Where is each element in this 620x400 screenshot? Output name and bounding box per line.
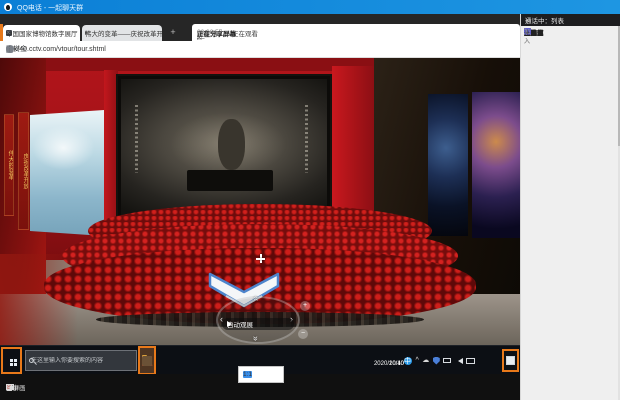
screen: QQ电话 - 一起聊天群 中国国家博物馆数字展厅 × 伟大的变革——庆祝改革开…… <box>0 0 620 400</box>
browser-addressbar[interactable]: ← → ⟳ ▲ 不安全 | ggkf40.cctv.com/vtour/tour… <box>0 41 520 58</box>
waiting-status: 待加入 <box>524 26 530 45</box>
url-text[interactable]: ggkf40.cctv.com/vtour/tour.shtml <box>6 46 106 53</box>
new-tab-button[interactable]: + <box>167 25 179 39</box>
start-button[interactable] <box>1 347 22 374</box>
photo-figure <box>218 119 245 170</box>
member-row[interactable]: 米豹待加入 <box>521 26 527 37</box>
tab-close-icon[interactable]: × <box>6 29 11 37</box>
volume-icon[interactable] <box>455 358 463 364</box>
window-titlebar: QQ电话 - 一起聊天群 <box>0 0 620 14</box>
tab-exhibition[interactable]: 伟大的变革——庆祝改革开… × <box>82 25 162 41</box>
pan-down-icon[interactable]: » <box>251 336 260 341</box>
windows-logo-icon <box>10 359 13 362</box>
system-tray: ^☁ 中 20:40 2020/10/10 <box>404 346 475 375</box>
qq-logo-icon <box>4 3 12 11</box>
scene-banner: 庆祝改革开放 <box>18 112 29 230</box>
taskbar-icon-qq-pinned[interactable] <box>138 346 156 375</box>
scene-banner: 伟大的变革 <box>4 114 14 216</box>
clock-date: 2020/10/10 <box>374 361 404 368</box>
tab-title: 中国国家博物馆数字展厅 <box>6 28 78 38</box>
browser-menu-icon[interactable]: ⋮ <box>6 45 13 53</box>
scene-projection-screen <box>116 74 332 226</box>
browser-window: 中国国家博物馆数字展厅 × 伟大的变革——庆祝改革开… × + 正在分享屏幕 0… <box>0 14 520 345</box>
tab-museum[interactable]: 中国国家博物馆数字展厅 × <box>3 25 80 41</box>
panel-close-icon[interactable]: × <box>525 16 530 25</box>
pip-label: 画中画 <box>6 382 26 392</box>
scene-red-beam <box>44 58 374 71</box>
notification-icon <box>506 356 515 365</box>
share-viewers[interactable]: 隐藏,等17人正在观看 <box>197 28 258 38</box>
search-input[interactable] <box>29 357 111 365</box>
tab-close-icon[interactable]: × <box>85 29 90 37</box>
scene-space-artwork <box>428 94 468 236</box>
photo-vertical-text <box>135 105 138 173</box>
tab-title: 伟大的变革——庆祝改革开… <box>85 28 162 38</box>
zoom-ratio-label: 1:1 <box>243 371 252 378</box>
zoom-ratio-tooltip: 1:1 <box>238 366 284 383</box>
mouse-cursor <box>256 254 265 263</box>
zoom-out-button[interactable]: − <box>298 329 308 339</box>
qq-pinned-icon <box>142 356 152 366</box>
onedrive-icon[interactable]: ☁ <box>422 357 429 365</box>
zoom-in-button[interactable]: + <box>300 301 310 311</box>
panorama-nav-pad[interactable]: » » ‹ › + − 自动观展 <box>208 296 312 345</box>
window-title: QQ电话 - 一起聊天群 <box>17 3 83 13</box>
browser-tabstrip: 中国国家博物馆数字展厅 × 伟大的变革——庆祝改革开… × + 正在分享屏幕 0… <box>0 14 520 41</box>
ime-indicator[interactable]: 中 <box>404 356 411 366</box>
qq-share-toolbar: 正在分享屏幕 00:06:57 隐藏,等17人正在观看 — □ × <box>192 24 520 41</box>
photo-table <box>187 170 274 191</box>
call-panel-header: 通话中：列表 × <box>521 14 620 26</box>
call-panel-title: 通话中：列表 <box>525 15 564 25</box>
auto-tour-label: 自动观展 <box>227 319 253 329</box>
qq-call-panel: 通话中：列表 × 刘海✓司明宛臣峰郭地丞陈旭宝依虹子清聚书瑶刘晋宇刘娜海威王宇许… <box>520 14 620 400</box>
display-icon[interactable] <box>466 358 475 364</box>
auto-tour-button[interactable]: 自动观展 <box>222 318 294 330</box>
photo-vertical-text <box>305 105 308 173</box>
taskbar-search[interactable] <box>25 350 137 371</box>
virtual-tour-viewport[interactable]: 伟大的变革 庆祝改革开放 <box>0 58 520 345</box>
action-center-button[interactable] <box>502 349 519 372</box>
chevron-up-icon[interactable]: ^ <box>416 357 419 365</box>
scene-historic-photo <box>121 79 327 221</box>
member-list: 刘海✓司明宛臣峰郭地丞陈旭宝依虹子清聚书瑶刘晋宇刘娜海威王宇许洪国张建国张天宝郑… <box>521 26 618 400</box>
defender-icon[interactable] <box>433 357 440 365</box>
pan-up-icon[interactable]: » <box>251 296 260 301</box>
scene-space-artwork <box>472 92 520 238</box>
battery-icon[interactable] <box>443 358 451 363</box>
scene-led-screen <box>30 110 104 236</box>
